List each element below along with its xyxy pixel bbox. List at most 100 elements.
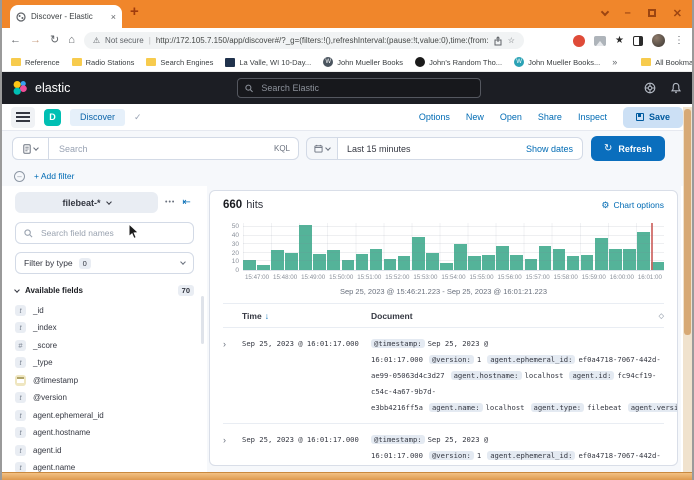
- alerts-bell-icon[interactable]: [670, 82, 682, 94]
- url-text[interactable]: http://172.105.7.150/app/discover#/?_g=(…: [156, 36, 488, 45]
- histogram-bar[interactable]: [257, 265, 270, 270]
- histogram-bar[interactable]: [496, 246, 509, 270]
- help-icon[interactable]: [644, 82, 656, 94]
- breadcrumb-discover[interactable]: Discover: [70, 109, 125, 126]
- filter-by-type-select[interactable]: Filter by type 0: [15, 252, 194, 274]
- field-search-box[interactable]: [15, 222, 194, 244]
- histogram-bar[interactable]: [651, 262, 664, 270]
- appbar-link-open[interactable]: Open: [500, 112, 522, 122]
- field-item[interactable]: tagent.id: [15, 445, 194, 456]
- histogram-bar[interactable]: [299, 225, 312, 270]
- global-search-input[interactable]: [259, 82, 473, 94]
- bookmark-item[interactable]: Reference: [11, 58, 60, 67]
- field-item[interactable]: @timestamp: [15, 375, 194, 386]
- browser-menu-icon[interactable]: ⋮: [674, 35, 684, 46]
- tab-close-icon[interactable]: ×: [111, 12, 116, 22]
- sidebar-scrollbar[interactable]: [201, 296, 204, 344]
- appbar-link-share[interactable]: Share: [538, 112, 562, 122]
- bookmark-item[interactable]: Radio Stations: [72, 58, 135, 67]
- not-secure-label[interactable]: Not secure: [105, 36, 144, 45]
- extension-image-icon[interactable]: [594, 36, 606, 46]
- histogram-bar[interactable]: [356, 254, 369, 270]
- profile-avatar[interactable]: [652, 34, 665, 47]
- forward-icon[interactable]: →: [30, 35, 41, 46]
- histogram-bar[interactable]: [412, 237, 425, 270]
- appbar-link-options[interactable]: Options: [419, 112, 450, 122]
- query-search-input[interactable]: [57, 143, 274, 155]
- field-item[interactable]: t_type: [15, 358, 194, 369]
- nav-menu-icon[interactable]: [11, 107, 35, 128]
- field-item[interactable]: t@version: [15, 393, 194, 404]
- bookmark-item[interactable]: WJohn Mueller Books...: [514, 57, 600, 67]
- url-bar[interactable]: ⚠ Not secure | http://172.105.7.150/app/…: [84, 32, 524, 49]
- refresh-button[interactable]: ↻ Refresh: [591, 136, 665, 161]
- chart-options-button[interactable]: ⚙ Chart options: [601, 200, 664, 211]
- histogram-bar[interactable]: [398, 256, 411, 270]
- kql-label[interactable]: KQL: [274, 144, 290, 153]
- bookmark-star-icon[interactable]: ☆: [508, 36, 515, 45]
- back-icon[interactable]: ←: [10, 35, 21, 46]
- histogram-bar[interactable]: [581, 255, 594, 270]
- index-options-icon[interactable]: •••: [165, 199, 175, 206]
- share-icon[interactable]: [493, 36, 503, 46]
- bookmarks-overflow-icon[interactable]: »: [612, 57, 617, 67]
- browser-tab[interactable]: Discover - Elastic ×: [10, 5, 122, 28]
- field-item[interactable]: #_score: [15, 340, 194, 351]
- home-icon[interactable]: ⌂: [68, 35, 75, 46]
- histogram-bar[interactable]: [440, 263, 453, 270]
- field-item[interactable]: tagent.ephemeral_id: [15, 410, 194, 421]
- expand-row-icon[interactable]: ›: [223, 432, 242, 466]
- bookmark-item[interactable]: WJohn Mueller Books: [323, 57, 403, 67]
- quick-select-time-button[interactable]: [306, 137, 338, 160]
- window-maximize-icon[interactable]: [648, 9, 656, 17]
- table-row[interactable]: ›Sep 25, 2023 @ 16:01:17.000@timestamp:S…: [223, 328, 664, 424]
- appbar-link-inspect[interactable]: Inspect: [578, 112, 607, 122]
- refresh-icon[interactable]: ↻: [50, 35, 59, 46]
- histogram-bar[interactable]: [482, 255, 495, 270]
- available-fields-header[interactable]: Available fields 70: [15, 285, 194, 296]
- side-panel-icon[interactable]: [633, 36, 643, 46]
- page-scrollbar-thumb[interactable]: [684, 109, 691, 335]
- field-item[interactable]: t_index: [15, 323, 194, 334]
- fields-sidebar: filebeat-* ••• ⇤ Filter by type 0 Availa…: [2, 186, 207, 472]
- table-fullscreen-icon[interactable]: ◇: [659, 312, 664, 320]
- appbar-link-new[interactable]: New: [466, 112, 484, 122]
- page-scrollbar[interactable]: [683, 107, 692, 472]
- bookmark-item[interactable]: John's Random Tho...: [415, 57, 502, 67]
- pinned-extension-icon[interactable]: ★: [615, 36, 624, 46]
- collapse-sidebar-icon[interactable]: ⇤: [182, 197, 190, 208]
- sort-descending-icon[interactable]: ↓: [265, 311, 269, 321]
- expand-row-icon[interactable]: ›: [223, 336, 242, 416]
- histogram-bar[interactable]: [313, 254, 326, 270]
- filter-by-type-label: Filter by type: [24, 258, 73, 268]
- time-range-picker[interactable]: Last 15 minutes Show dates: [338, 137, 583, 160]
- histogram-bar[interactable]: [510, 255, 523, 270]
- query-search-box[interactable]: KQL: [49, 137, 299, 160]
- table-row[interactable]: ›Sep 25, 2023 @ 16:01:17.000@timestamp:S…: [223, 424, 664, 466]
- time-column-header[interactable]: Time ↓: [223, 311, 371, 321]
- window-minimize-icon[interactable]: –: [625, 7, 631, 19]
- histogram-bar[interactable]: [567, 256, 580, 270]
- time-range-value[interactable]: Last 15 minutes: [347, 144, 411, 154]
- saved-query-menu-button[interactable]: [12, 137, 49, 160]
- field-search-input[interactable]: [39, 227, 185, 239]
- filter-options-icon[interactable]: –: [14, 171, 25, 182]
- global-search-box[interactable]: [237, 78, 481, 98]
- histogram-bar[interactable]: [539, 246, 552, 270]
- save-button[interactable]: Save: [623, 107, 683, 128]
- window-close-icon[interactable]: ✕: [673, 7, 682, 20]
- field-item[interactable]: tagent.hostname: [15, 428, 194, 439]
- histogram-bar[interactable]: [454, 244, 467, 270]
- extension-shield-icon[interactable]: [573, 35, 585, 47]
- space-badge[interactable]: D: [44, 109, 61, 126]
- add-filter-link[interactable]: + Add filter: [34, 171, 74, 181]
- bookmark-item[interactable]: La Valle, WI 10-Day...: [225, 58, 311, 67]
- window-chevron-icon[interactable]: [600, 7, 608, 15]
- histogram-bar[interactable]: [468, 256, 481, 270]
- show-dates-link[interactable]: Show dates: [526, 144, 573, 154]
- new-tab-icon[interactable]: +: [130, 3, 139, 20]
- all-bookmarks-button[interactable]: All Bookmarks: [641, 58, 694, 67]
- bookmark-item[interactable]: Search Engines: [146, 58, 213, 67]
- index-pattern-picker[interactable]: filebeat-*: [15, 192, 158, 213]
- field-item[interactable]: t_id: [15, 305, 194, 316]
